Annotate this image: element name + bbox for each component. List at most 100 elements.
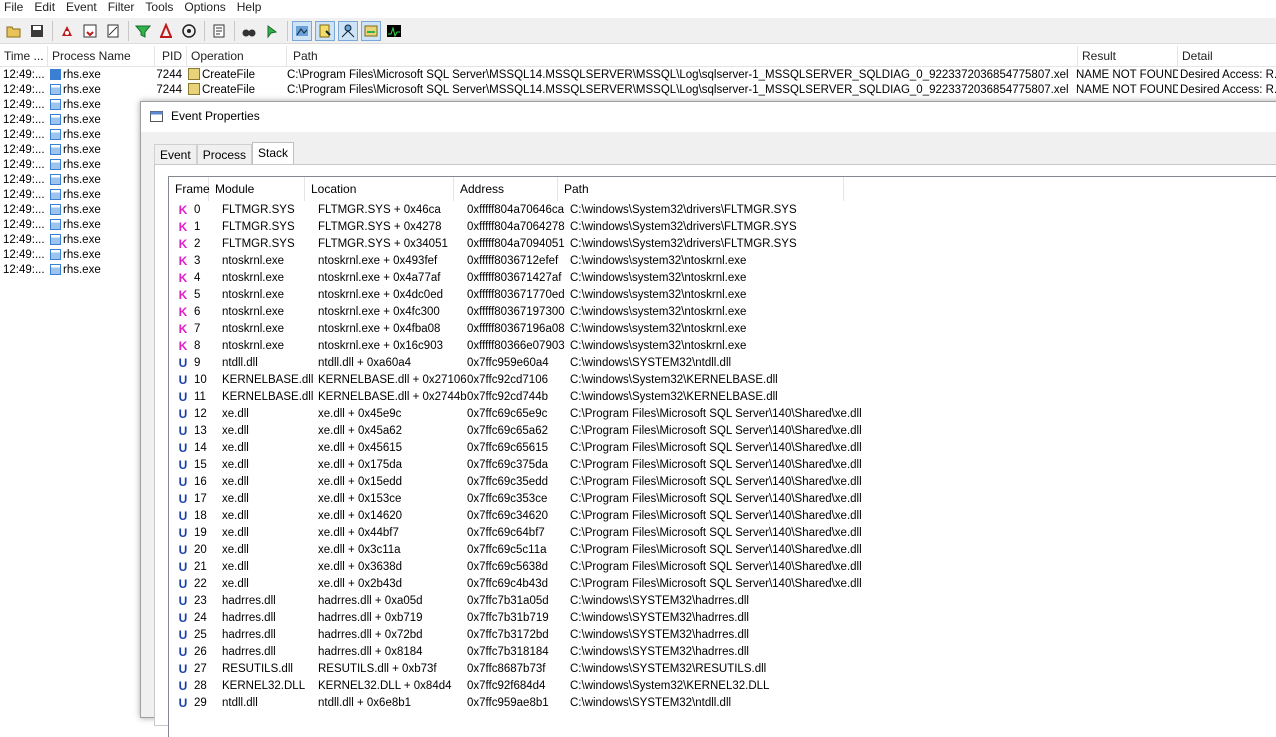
- stack-row[interactable]: U 18 xe.dll xe.dll + 0x14620 0x7ffc69c34620 C…: [169, 508, 1276, 525]
- stack-row[interactable]: K 8 ntoskrnl.exe ntoskrnl.exe + 0x16c903 0xf…: [169, 338, 1276, 355]
- user-mode-icon: U: [178, 594, 188, 608]
- table-row[interactable]: 12:49:... rhs.exe 7244 CreateFile C:\Program…: [0, 68, 1276, 83]
- target-icon[interactable]: [179, 21, 199, 41]
- column-pid[interactable]: PID: [155, 46, 187, 66]
- dialog-title-bar[interactable]: Event Properties: [141, 102, 1276, 132]
- menu-help[interactable]: Help: [233, 0, 269, 16]
- registry-icon[interactable]: [292, 20, 312, 41]
- tab-event[interactable]: Event: [154, 144, 197, 165]
- address-cell: 0x7ffc7b318184: [467, 646, 549, 658]
- stack-row[interactable]: U 25 hadrres.dll hadrres.dll + 0x72bd 0x7ffc…: [169, 627, 1276, 644]
- stack-row[interactable]: K 2 FLTMGR.SYS FLTMGR.SYS + 0x34051 0xfffff8…: [169, 236, 1276, 253]
- dialog-title: Event Properties: [171, 109, 260, 123]
- column-location[interactable]: Location: [305, 177, 454, 201]
- open-icon[interactable]: [4, 21, 24, 41]
- time-cell-text: 12:49:...: [3, 159, 45, 171]
- stack-row[interactable]: U 29 ntdll.dll ntdll.dll + 0x6e8b1 0x7ffc959…: [169, 695, 1276, 712]
- stack-row[interactable]: U 13 xe.dll xe.dll + 0x45a62 0x7ffc69c65a62 C…: [169, 423, 1276, 440]
- time-cell: 12:49:...: [3, 173, 47, 188]
- stack-row[interactable]: K 4 ntoskrnl.exe ntoskrnl.exe + 0x4a77af 0xf…: [169, 270, 1276, 287]
- column-process-name[interactable]: Process Name: [48, 46, 155, 66]
- process-icon[interactable]: [361, 20, 381, 41]
- stack-row[interactable]: K 6 ntoskrnl.exe ntoskrnl.exe + 0x4fc300 0xf…: [169, 304, 1276, 321]
- capture-icon[interactable]: [57, 21, 77, 41]
- profiling-icon[interactable]: [384, 21, 404, 41]
- tab-process[interactable]: Process: [196, 144, 253, 165]
- stack-row[interactable]: U 26 hadrres.dll hadrres.dll + 0x8184 0x7ffc…: [169, 644, 1276, 661]
- process-name-cell-text: rhs.exe: [63, 204, 101, 216]
- highlight-icon[interactable]: [156, 21, 176, 41]
- stack-row[interactable]: U 15 xe.dll xe.dll + 0x175da 0x7ffc69c375da C…: [169, 457, 1276, 474]
- menu-file[interactable]: File: [0, 0, 30, 16]
- network-icon[interactable]: [338, 20, 358, 41]
- column-path[interactable]: Path: [287, 46, 1078, 66]
- clear-icon[interactable]: [103, 21, 123, 41]
- frame-cell: 22: [194, 578, 207, 590]
- column-frame[interactable]: Frame: [169, 177, 210, 201]
- address-cell: 0x7ffc7b31b719: [467, 612, 549, 624]
- stack-row[interactable]: K 1 FLTMGR.SYS FLTMGR.SYS + 0x4278 0xfffff80…: [169, 219, 1276, 236]
- stack-row[interactable]: U 23 hadrres.dll hadrres.dll + 0xa05d 0x7ffc…: [169, 593, 1276, 610]
- user-mode-icon: U: [178, 526, 188, 540]
- result-cell: NAME NOT FOUND: [1076, 83, 1178, 98]
- stack-row[interactable]: U 11 KERNELBASE.dll KERNELBASE.dll + 0x2744…: [169, 389, 1276, 406]
- column-time[interactable]: Time ...: [0, 46, 48, 66]
- stack-row[interactable]: U 27 RESUTILS.dll RESUTILS.dll + 0xb73f 0x7f…: [169, 661, 1276, 678]
- stack-row[interactable]: U 24 hadrres.dll hadrres.dll + 0xb719 0x7ffc…: [169, 610, 1276, 627]
- stack-row[interactable]: U 16 xe.dll xe.dll + 0x15edd 0x7ffc69c35edd C…: [169, 474, 1276, 491]
- frame-cell: 20: [194, 544, 207, 556]
- stack-row[interactable]: U 22 xe.dll xe.dll + 0x2b43d 0x7ffc69c4b43d C…: [169, 576, 1276, 593]
- column-result[interactable]: Result: [1078, 46, 1178, 66]
- filesystem-operation-icon: [188, 68, 200, 80]
- toolbar: [0, 18, 1276, 44]
- jump-icon[interactable]: [262, 21, 282, 41]
- menu-options[interactable]: Options: [180, 0, 232, 16]
- column-module[interactable]: Module: [209, 177, 305, 201]
- stack-row[interactable]: K 7 ntoskrnl.exe ntoskrnl.exe + 0x4fba08 0xf…: [169, 321, 1276, 338]
- tab-stack[interactable]: Stack: [252, 142, 295, 166]
- address-cell: 0x7ffc69c375da: [467, 459, 548, 471]
- stack-row[interactable]: U 21 xe.dll xe.dll + 0x3638d 0x7ffc69c5638d C…: [169, 559, 1276, 576]
- stack-row[interactable]: U 9 ntdll.dll ntdll.dll + 0xa60a4 0x7ffc959e…: [169, 355, 1276, 372]
- stack-row[interactable]: U 20 xe.dll xe.dll + 0x3c11a 0x7ffc69c5c11a C…: [169, 542, 1276, 559]
- stack-row[interactable]: U 19 xe.dll xe.dll + 0x44bf7 0x7ffc69c64bf7 C…: [169, 525, 1276, 542]
- location-cell: ntoskrnl.exe + 0x4a77af: [318, 272, 441, 284]
- column-detail[interactable]: Detail: [1178, 46, 1276, 66]
- menu-tools[interactable]: Tools: [141, 0, 180, 16]
- stack-row[interactable]: K 5 ntoskrnl.exe ntoskrnl.exe + 0x4dc0ed 0xf…: [169, 287, 1276, 304]
- path-cell: C:\Program Files\Microsoft SQL Server\14…: [570, 442, 862, 454]
- stack-row[interactable]: U 12 xe.dll xe.dll + 0x45e9c 0x7ffc69c65e9c C…: [169, 406, 1276, 423]
- kernel-mode-icon: K: [178, 237, 188, 251]
- stack-row[interactable]: U 14 xe.dll xe.dll + 0x45615 0x7ffc69c65615 C…: [169, 440, 1276, 457]
- filter-icon[interactable]: [133, 21, 153, 41]
- location-cell: xe.dll + 0x45a62: [318, 425, 403, 437]
- find-icon[interactable]: [239, 21, 259, 41]
- process-name-cell-text: rhs.exe: [63, 144, 101, 156]
- filesystem-icon[interactable]: [315, 20, 335, 41]
- menu-event[interactable]: Event: [62, 0, 104, 16]
- process-name-cell: rhs.exe: [50, 113, 154, 128]
- stack-row[interactable]: K 0 FLTMGR.SYS FLTMGR.SYS + 0x46ca 0xfffff80…: [169, 202, 1276, 219]
- tree-icon[interactable]: [209, 21, 229, 41]
- column-address[interactable]: Address: [454, 177, 558, 201]
- module-cell: FLTMGR.SYS: [222, 221, 295, 233]
- column-operation[interactable]: Operation: [187, 46, 287, 66]
- operation-cell: CreateFile: [188, 83, 286, 98]
- menu-edit[interactable]: Edit: [30, 0, 62, 16]
- stack-row[interactable]: U 28 KERNEL32.DLL KERNEL32.DLL + 0x84d4 0x7f…: [169, 678, 1276, 695]
- path-cell: C:\windows\SYSTEM32\hadrres.dll: [570, 595, 749, 607]
- autoscroll-icon[interactable]: [80, 21, 100, 41]
- process-name-cell: rhs.exe: [50, 218, 154, 233]
- save-icon[interactable]: [27, 21, 47, 41]
- module-cell: xe.dll: [222, 578, 249, 590]
- time-cell-text: 12:49:...: [3, 174, 45, 186]
- column-path[interactable]: Path: [558, 177, 844, 201]
- menu-filter[interactable]: Filter: [104, 0, 142, 16]
- detail-cell-text: Desired Access: R...: [1180, 69, 1276, 81]
- stack-row[interactable]: K 3 ntoskrnl.exe ntoskrnl.exe + 0x493fef 0xf…: [169, 253, 1276, 270]
- table-row[interactable]: 12:49:... rhs.exe 7244 CreateFile C:\Program…: [0, 83, 1276, 98]
- user-mode-icon: U: [178, 645, 188, 659]
- pid-cell-text: 7244: [156, 69, 182, 81]
- stack-row[interactable]: U 10 KERNELBASE.dll KERNELBASE.dll + 0x2710…: [169, 372, 1276, 389]
- stack-row[interactable]: U 17 xe.dll xe.dll + 0x153ce 0x7ffc69c353ce C…: [169, 491, 1276, 508]
